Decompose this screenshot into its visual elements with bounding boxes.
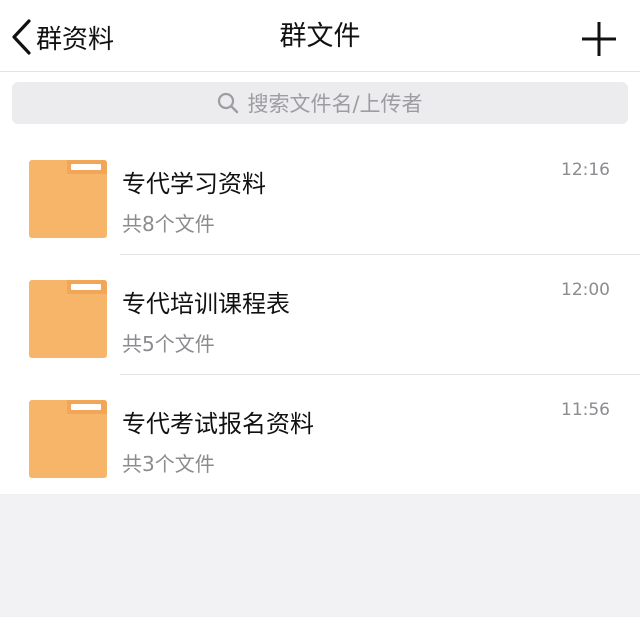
search-bar: 搜索文件名/上传者 <box>0 72 640 134</box>
search-input[interactable]: 搜索文件名/上传者 <box>12 82 628 124</box>
back-button[interactable]: 群资料 <box>10 18 114 56</box>
back-label: 群资料 <box>36 24 115 55</box>
folder-list: 专代学习资料 共8个文件 12:16 专代培训课程表 共5个文件 12:00 专… <box>0 134 640 494</box>
folder-time: 12:16 <box>561 160 610 180</box>
folder-name: 专代培训课程表 <box>122 290 290 318</box>
folder-icon <box>29 400 107 478</box>
folder-icon <box>29 280 107 358</box>
folder-row[interactable]: 专代学习资料 共8个文件 12:16 <box>0 134 640 254</box>
search-placeholder: 搜索文件名/上传者 <box>247 92 423 116</box>
folder-file-count: 共5个文件 <box>122 332 215 356</box>
folder-row[interactable]: 专代培训课程表 共5个文件 12:00 <box>0 254 640 374</box>
plus-icon <box>580 22 618 62</box>
chevron-left-icon <box>10 18 32 56</box>
nav-bar: 群资料 群文件 <box>0 0 640 72</box>
folder-name: 专代考试报名资料 <box>122 410 314 438</box>
folder-time: 12:00 <box>561 280 610 300</box>
folder-file-count: 共8个文件 <box>122 212 215 236</box>
search-icon <box>217 92 247 114</box>
folder-row[interactable]: 专代考试报名资料 共3个文件 11:56 <box>0 374 640 494</box>
folder-name: 专代学习资料 <box>122 170 266 198</box>
folder-file-count: 共3个文件 <box>122 452 215 476</box>
folder-icon <box>29 160 107 238</box>
folder-time: 11:56 <box>561 400 610 420</box>
add-button[interactable] <box>580 20 618 58</box>
